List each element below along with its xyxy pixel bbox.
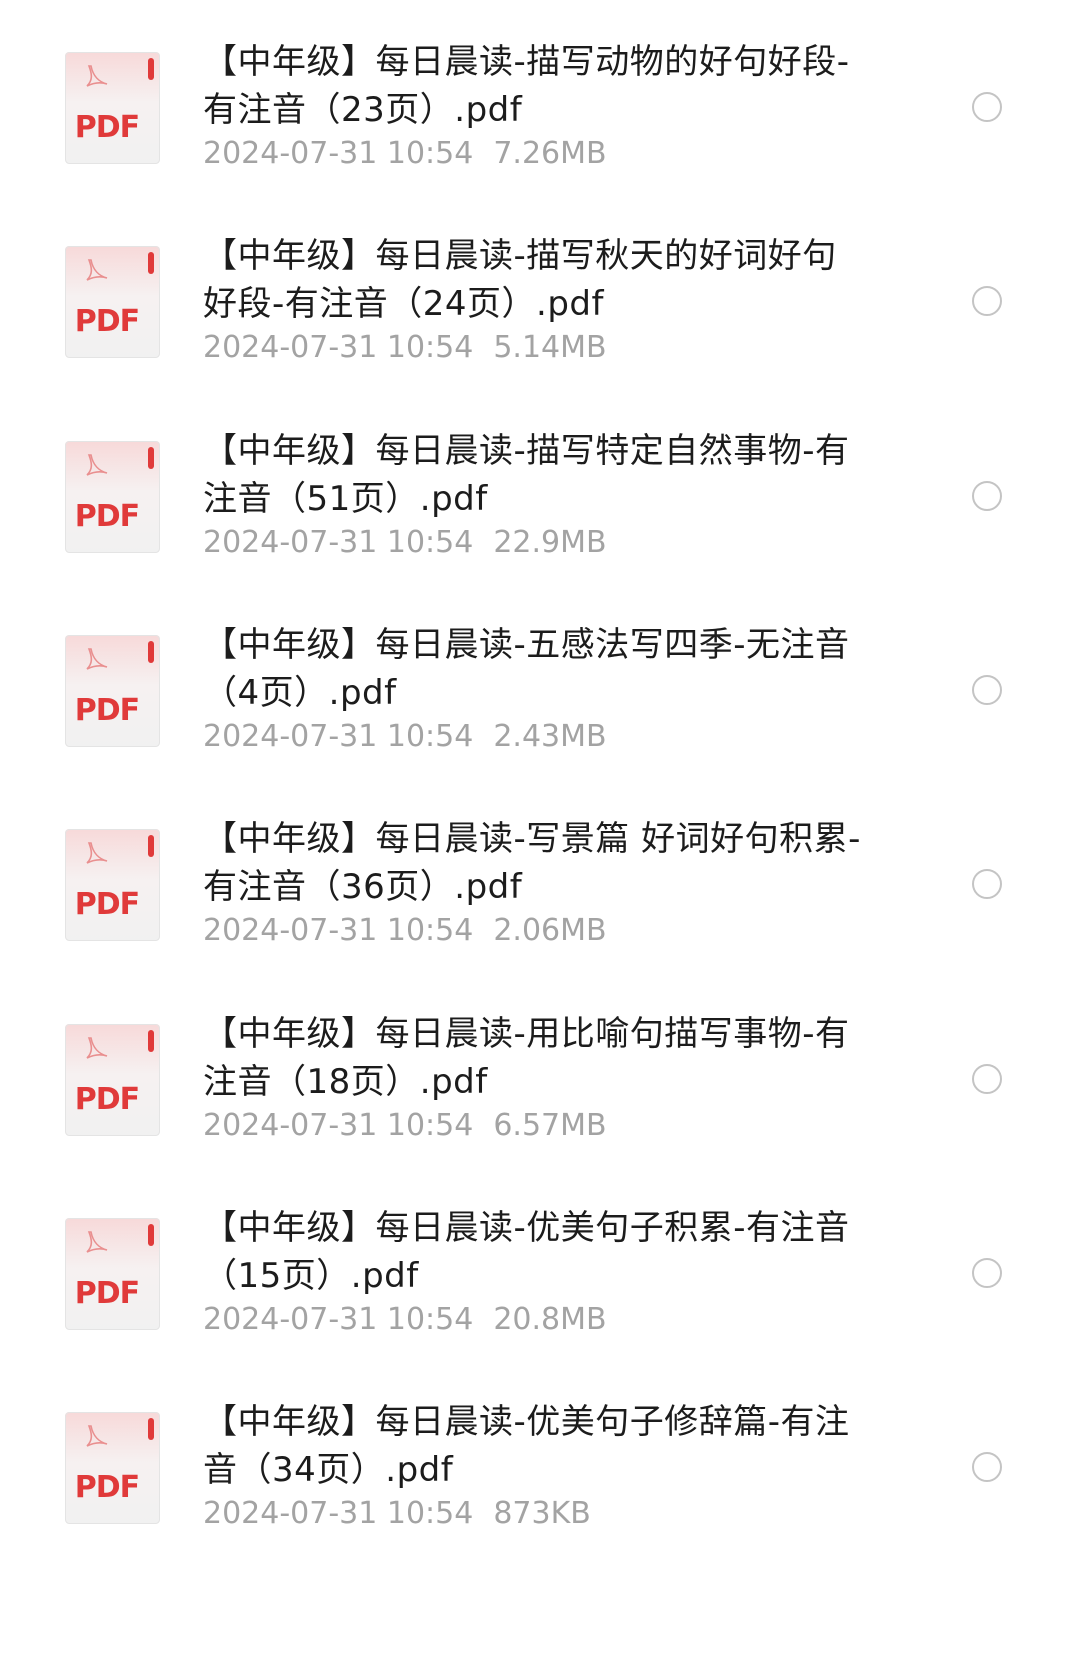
file-meta: 2024-07-31 10:54 873KB [203, 1496, 591, 1532]
file-name: 【中年级】每日晨读-写景篇 好词好句积累-有注音（36页）.pdf [203, 819, 861, 907]
file-meta: 2024-07-31 10:54 5.14MB [203, 330, 607, 366]
pdf-file-icon: PDF [65, 829, 160, 941]
file-size: 2.43MB [493, 719, 607, 754]
select-radio[interactable] [972, 1064, 1002, 1094]
file-name: 【中年级】每日晨读-优美句子修辞篇-有注音（34页）.pdf [203, 1402, 850, 1490]
file-list-item[interactable]: PDF 【中年级】每日晨读-优美句子积累-有注音（15页）.pdf 2024-0… [0, 1166, 1080, 1371]
pdf-icon-label: PDF [75, 1276, 139, 1311]
file-list-item[interactable]: PDF 【中年级】每日晨读-优美句子修辞篇-有注音（34页）.pdf 2024-… [0, 1360, 1080, 1565]
file-size: 5.14MB [493, 330, 607, 365]
file-size: 22.9MB [493, 525, 607, 560]
file-list-item[interactable]: PDF 【中年级】每日晨读-描写特定自然事物-有注音（51页）.pdf 2024… [0, 389, 1080, 594]
pdf-file-icon: PDF [65, 635, 160, 747]
file-date: 2024-07-31 10:54 [203, 1496, 474, 1531]
file-list: PDF 【中年级】每日晨读-描写动物的好句好段-有注音（23页）.pdf 202… [0, 0, 1080, 1656]
file-name: 【中年级】每日晨读-描写秋天的好词好句好段-有注音（24页）.pdf [203, 236, 837, 324]
file-meta: 2024-07-31 10:54 7.26MB [203, 136, 607, 172]
file-date: 2024-07-31 10:54 [203, 913, 474, 948]
file-date: 2024-07-31 10:54 [203, 330, 474, 365]
pdf-icon-label: PDF [75, 499, 139, 534]
select-radio[interactable] [972, 869, 1002, 899]
file-size: 873KB [493, 1496, 591, 1531]
file-meta: 2024-07-31 10:54 20.8MB [203, 1302, 607, 1338]
select-radio[interactable] [972, 675, 1002, 705]
file-list-item[interactable]: PDF 【中年级】每日晨读-写景篇 好词好句积累-有注音（36页）.pdf 20… [0, 777, 1080, 982]
select-radio[interactable] [972, 1258, 1002, 1288]
file-list-item[interactable]: PDF 【中年级】每日晨读-描写动物的好句好段-有注音（23页）.pdf 202… [0, 0, 1080, 205]
pdf-icon-label: PDF [75, 887, 139, 922]
file-date: 2024-07-31 10:54 [203, 1302, 474, 1337]
file-date: 2024-07-31 10:54 [203, 1108, 474, 1143]
file-name: 【中年级】每日晨读-描写特定自然事物-有注音（51页）.pdf [203, 431, 850, 519]
file-size: 7.26MB [493, 136, 607, 171]
pdf-file-icon: PDF [65, 246, 160, 358]
pdf-file-icon: PDF [65, 441, 160, 553]
select-radio[interactable] [972, 92, 1002, 122]
file-meta: 2024-07-31 10:54 2.43MB [203, 719, 607, 755]
file-meta: 2024-07-31 10:54 22.9MB [203, 525, 607, 561]
file-name: 【中年级】每日晨读-描写动物的好句好段-有注音（23页）.pdf [203, 42, 850, 130]
file-name: 【中年级】每日晨读-用比喻句描写事物-有注音（18页）.pdf [203, 1014, 850, 1102]
file-list-item[interactable]: PDF 【中年级】每日晨读-五感法写四季-无注音（4页）.pdf 2024-07… [0, 583, 1080, 788]
file-list-item[interactable]: PDF 【中年级】每日晨读-描写秋天的好词好句好段-有注音（24页）.pdf 2… [0, 194, 1080, 399]
pdf-icon-label: PDF [75, 304, 139, 339]
pdf-icon-label: PDF [75, 693, 139, 728]
pdf-file-icon: PDF [65, 1024, 160, 1136]
select-radio[interactable] [972, 1452, 1002, 1482]
pdf-icon-label: PDF [75, 1470, 139, 1505]
pdf-file-icon: PDF [65, 1218, 160, 1330]
file-name: 【中年级】每日晨读-优美句子积累-有注音（15页）.pdf [203, 1208, 850, 1296]
file-date: 2024-07-31 10:54 [203, 719, 474, 754]
pdf-icon-label: PDF [75, 1082, 139, 1117]
file-size: 20.8MB [493, 1302, 607, 1337]
pdf-file-icon: PDF [65, 52, 160, 164]
file-meta: 2024-07-31 10:54 2.06MB [203, 913, 607, 949]
file-meta: 2024-07-31 10:54 6.57MB [203, 1108, 607, 1144]
file-name: 【中年级】每日晨读-五感法写四季-无注音（4页）.pdf [203, 625, 850, 713]
file-date: 2024-07-31 10:54 [203, 525, 474, 560]
file-size: 6.57MB [493, 1108, 607, 1143]
pdf-icon-label: PDF [75, 110, 139, 145]
select-radio[interactable] [972, 286, 1002, 316]
select-radio[interactable] [972, 481, 1002, 511]
file-size: 2.06MB [493, 913, 607, 948]
pdf-file-icon: PDF [65, 1412, 160, 1524]
file-date: 2024-07-31 10:54 [203, 136, 474, 171]
file-list-item[interactable]: PDF 【中年级】每日晨读-用比喻句描写事物-有注音（18页）.pdf 2024… [0, 972, 1080, 1177]
